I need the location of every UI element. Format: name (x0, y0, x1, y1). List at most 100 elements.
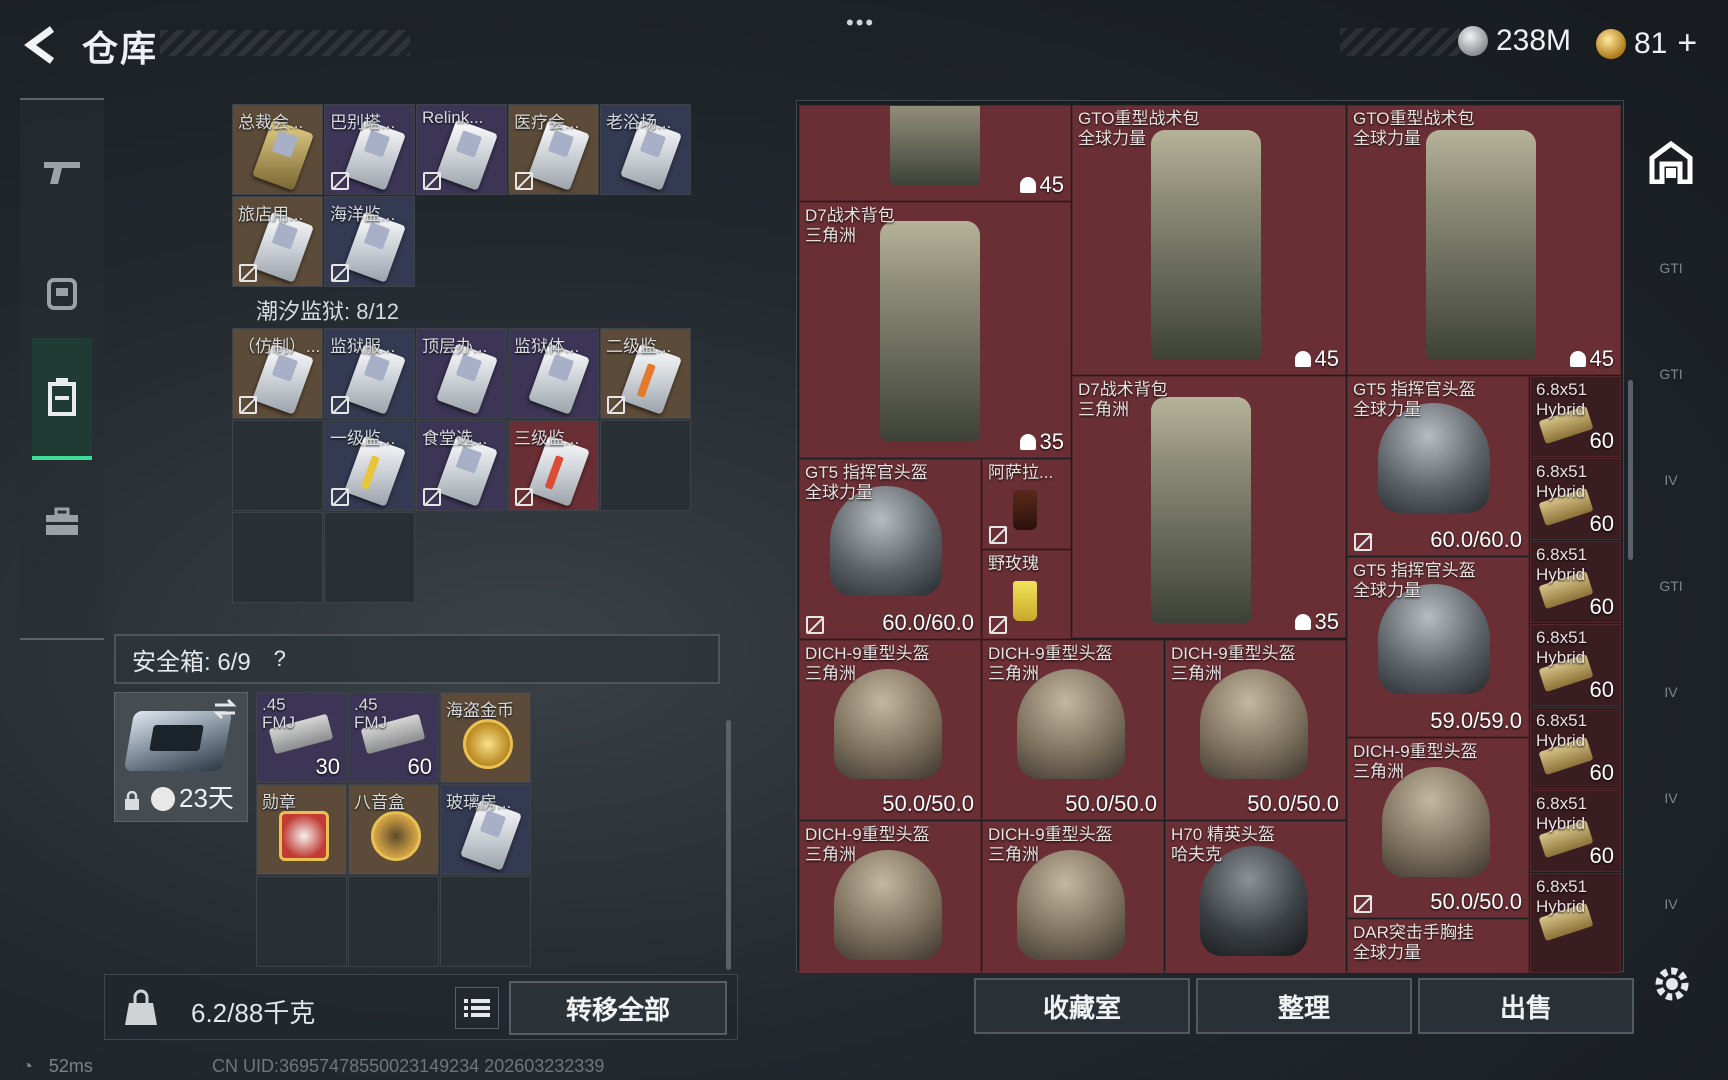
keycard-slot[interactable]: 旅店用... (232, 196, 323, 287)
tab-storage-6[interactable]: IV (1642, 770, 1700, 826)
bag-icon (1569, 351, 1586, 367)
keycard-slot[interactable]: 海洋监... (324, 196, 415, 287)
keycard-slot[interactable]: 老浴场... (600, 104, 691, 195)
item-backpack[interactable]: GTO重型战术包 全球力量 45 (1347, 105, 1621, 375)
item-helmet[interactable]: GT5 指挥官头盔 全球力量 60.0/60.0 (799, 459, 981, 639)
help-button[interactable]: ? (265, 644, 295, 674)
keycard-slot[interactable]: 监狱体... (508, 328, 599, 419)
safe-item[interactable]: 海盗金币 (440, 692, 531, 783)
item-helmet[interactable]: DICH-9重型头盔 三角洲 (799, 821, 981, 973)
tab-all[interactable] (1642, 134, 1700, 190)
nav-storage[interactable] (32, 338, 92, 460)
safe-item[interactable]: 玻璃房... (440, 784, 531, 875)
keycard-slot[interactable]: 三级监... (508, 420, 599, 511)
item-ammo[interactable]: 6.8x51 Hybrid 60 (1530, 376, 1621, 457)
collection-room-button[interactable]: 收藏室 (974, 978, 1190, 1034)
item-helmet[interactable]: DICH-9重型头盔 三角洲 50.0/50.0 (1165, 640, 1346, 820)
item-ammo[interactable]: 6.8x51 Hybrid 60 (1530, 458, 1621, 540)
gold-currency[interactable]: 81 + (1596, 24, 1697, 63)
sort-button[interactable]: 整理 (1196, 978, 1412, 1034)
no-insure-icon (331, 172, 349, 190)
no-insure-icon (423, 172, 441, 190)
keycard-slot[interactable]: 监狱服... (324, 328, 415, 419)
sell-button[interactable]: 出售 (1418, 978, 1634, 1034)
tab-storage-5[interactable]: IV (1642, 664, 1700, 720)
item-ammo[interactable]: 6.8x51 Hybrid (1530, 873, 1621, 973)
tab-storage-3[interactable]: IV (1642, 452, 1700, 508)
item-helmet[interactable]: DICH-9重型头盔 三角洲 50.0/50.0 (799, 640, 981, 820)
item-chest-rig[interactable]: DAR突击手胸挂 全球力量 (1347, 919, 1529, 973)
safe-box-slot[interactable]: 23天 (114, 692, 248, 822)
empty-slot (600, 420, 691, 511)
nav-toolbox[interactable] (32, 484, 92, 560)
item-ammo[interactable]: 6.8x51 Hybrid 60 (1530, 624, 1621, 706)
item-helmet[interactable]: DICH-9重型头盔 三角洲 50.0/50.0 (1347, 738, 1529, 918)
swap-icon[interactable] (211, 697, 239, 721)
item-backpack[interactable]: GTO重型战术包 全球力量 45 (1072, 105, 1346, 375)
scrollbar[interactable] (726, 720, 731, 970)
keycard-label: 总裁会... (238, 113, 304, 132)
safe-item[interactable]: 八音盒 (348, 784, 439, 875)
bag-icon (1019, 177, 1036, 193)
keycard-slot[interactable]: 巴别塔... (324, 104, 415, 195)
carry-weight-bar: 6.2/88千克 转移全部 (104, 974, 738, 1040)
keycard-label: Relink... (422, 108, 484, 127)
gear-icon[interactable] (1650, 962, 1694, 1006)
keycard-slot[interactable]: Relink... (416, 104, 507, 195)
item-backpack[interactable]: D7战术背包 三角洲 35 (1072, 376, 1346, 638)
empty-slot (232, 512, 323, 603)
item-label: 勋章 (262, 793, 296, 812)
item-drink[interactable]: 阿萨拉... (982, 459, 1071, 549)
item-backpack[interactable]: D7战术背包 三角洲 35 (799, 202, 1071, 458)
item-label: GTO重型战术包 全球力量 (1078, 109, 1200, 148)
carry-weight: 6.2/88千克 (191, 998, 316, 1028)
drink-icon (1013, 490, 1037, 530)
keycard-slot[interactable]: 顶层办... (416, 328, 507, 419)
keycard-slot[interactable]: 二级监... (600, 328, 691, 419)
tab-storage-1[interactable]: GTI (1642, 240, 1700, 296)
item-ammo[interactable]: 6.8x51 Hybrid 60 (1530, 541, 1621, 623)
nav-equipment[interactable] (32, 254, 92, 330)
item-ammo[interactable]: 6.8x51 Hybrid 60 (1530, 790, 1621, 872)
keycard-slot[interactable]: 总裁会... (232, 104, 323, 195)
more-menu-button[interactable]: ••• (846, 10, 875, 36)
keycard-label: 医疗会... (514, 113, 580, 132)
item-helmet[interactable]: DICH-9重型头盔 三角洲 50.0/50.0 (982, 640, 1164, 820)
keycard-slot[interactable]: 食堂选... (416, 420, 507, 511)
empty-slot (232, 420, 323, 511)
keycard-slot[interactable]: 医疗会... (508, 104, 599, 195)
scrollbar[interactable] (1628, 380, 1633, 560)
tab-storage-2[interactable]: GTI (1642, 346, 1700, 402)
no-insure-icon (1354, 533, 1372, 551)
helmet-image (1200, 669, 1308, 779)
safe-item[interactable]: .45 FMJ 30 (256, 692, 347, 783)
item-helmet[interactable]: DICH-9重型头盔 三角洲 (982, 821, 1164, 973)
helmet-image (1017, 850, 1125, 960)
tab-storage-4[interactable]: GTI (1642, 558, 1700, 614)
clock-icon (151, 787, 175, 811)
safe-item[interactable]: 勋章 (256, 784, 347, 875)
no-insure-icon (331, 396, 349, 414)
item-helmet[interactable]: GT5 指挥官头盔 全球力量 60.0/60.0 (1347, 376, 1529, 556)
ammo-qty: 60 (1589, 677, 1614, 702)
keycard-slot[interactable]: 一级监... (324, 420, 415, 511)
silver-currency[interactable]: 238M (1458, 24, 1571, 58)
item-helmet[interactable]: GT5 指挥官头盔 全球力量 59.0/59.0 (1347, 557, 1529, 737)
item-drink[interactable]: 野玫瑰 (982, 550, 1071, 639)
safe-item[interactable]: .45 FMJ 60 (348, 692, 439, 783)
tab-storage-7[interactable]: IV (1642, 876, 1700, 932)
network-status: ◔ 52ms (22, 1056, 93, 1077)
item-label: DICH-9重型头盔 三角洲 (805, 825, 930, 864)
item-backpack[interactable]: 45 (799, 105, 1071, 201)
item-helmet[interactable]: H70 精英头盔 哈夫克 (1165, 821, 1346, 973)
back-button[interactable] (20, 22, 60, 68)
tab-label: IV (1664, 472, 1678, 488)
add-gold-button[interactable]: + (1677, 24, 1697, 63)
list-view-button[interactable] (455, 987, 499, 1029)
nav-weapons[interactable] (32, 134, 92, 210)
transfer-all-button[interactable]: 转移全部 (509, 981, 727, 1035)
keycard-slot[interactable]: （仿制）... (232, 328, 323, 419)
backpack-icon (47, 278, 77, 310)
bag-icon (1294, 351, 1311, 367)
item-ammo[interactable]: 6.8x51 Hybrid 60 (1530, 707, 1621, 789)
